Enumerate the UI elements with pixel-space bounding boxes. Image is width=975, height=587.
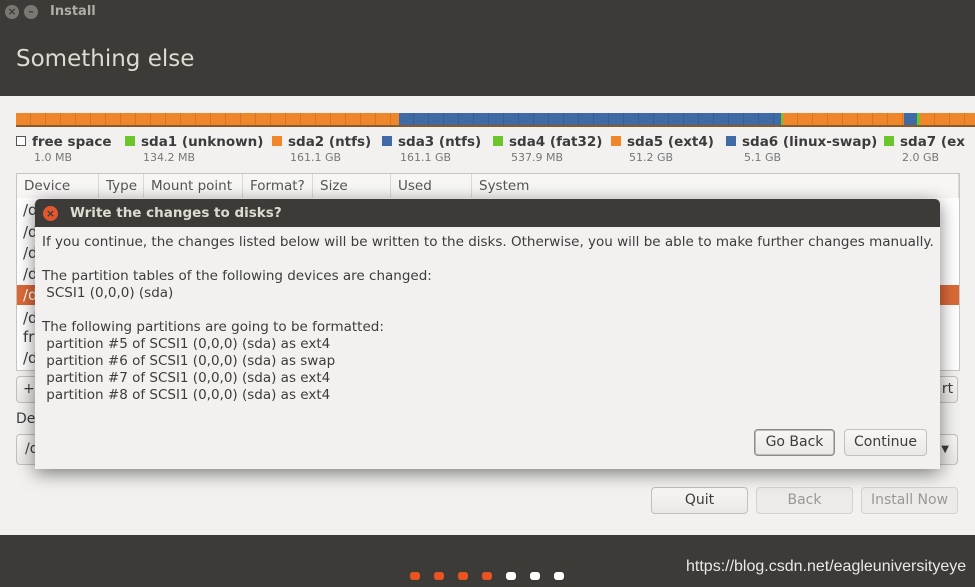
legend-label: sda2 (ntfs)	[288, 134, 372, 150]
legend-size: 2.0 GB	[902, 151, 940, 164]
format-item: partition #5 of SCSI1 (0,0,0) (sda) as e…	[42, 336, 331, 352]
dialog-title-bar: × Write the changes to disks?	[35, 199, 940, 227]
legend-label: sda1 (unknown)	[141, 134, 264, 150]
partition-segment	[398, 113, 782, 125]
partition-bar	[16, 113, 975, 127]
title-bar: × – Install	[0, 0, 975, 24]
color-swatch	[493, 136, 503, 146]
color-swatch	[16, 136, 26, 146]
page-header: Something else	[0, 24, 975, 96]
color-swatch	[125, 136, 135, 146]
progress-dot	[506, 572, 516, 580]
legend-item: sda2 (ntfs) 161.1 GB	[272, 134, 371, 164]
progress-dot	[458, 572, 468, 580]
legend-item: sda7 (ex 2.0 GB	[884, 134, 965, 164]
color-swatch	[611, 136, 621, 146]
page-title: Something else	[16, 46, 195, 72]
partition-segment	[16, 113, 399, 125]
progress-dot	[554, 572, 564, 580]
close-icon[interactable]: ×	[43, 206, 58, 221]
legend-item: sda4 (fat32) 537.9 MB	[493, 134, 602, 164]
format-item: partition #7 of SCSI1 (0,0,0) (sda) as e…	[42, 370, 331, 386]
progress-dot	[530, 572, 540, 580]
color-swatch	[884, 136, 894, 146]
format-item: partition #6 of SCSI1 (0,0,0) (sda) as s…	[42, 353, 336, 369]
legend-label: sda6 (linux-swap)	[742, 134, 878, 150]
legend-size: 537.9 MB	[511, 151, 564, 164]
progress-dot	[434, 572, 444, 580]
format-item: partition #8 of SCSI1 (0,0,0) (sda) as e…	[42, 387, 331, 403]
color-swatch	[726, 136, 736, 146]
progress-dot	[482, 572, 492, 580]
legend-size: 134.2 MB	[143, 151, 196, 164]
progress-dot	[410, 572, 420, 580]
go-back-button[interactable]: Go Back	[754, 429, 835, 456]
legend-size: 161.1 GB	[290, 151, 342, 164]
legend-item: sda5 (ext4) 51.2 GB	[611, 134, 714, 164]
legend-size: 161.1 GB	[400, 151, 452, 164]
watermark: https://blog.csdn.net/eagleuniversityeye	[686, 558, 967, 575]
column-header[interactable]: Format?	[243, 174, 313, 198]
color-swatch	[272, 136, 282, 146]
changed-device: SCSI1 (0,0,0) (sda)	[42, 285, 174, 301]
legend-item: sda3 (ntfs) 161.1 GB	[382, 134, 481, 164]
window-title: Install	[50, 4, 96, 19]
color-swatch	[382, 136, 392, 146]
tables-heading: The partition tables of the following de…	[42, 268, 432, 284]
legend-size: 51.2 GB	[629, 151, 674, 164]
boot-device-label: De	[16, 411, 36, 427]
quit-button[interactable]: Quit	[651, 487, 748, 514]
minimize-icon[interactable]: –	[24, 5, 38, 19]
column-header[interactable]: Type	[99, 174, 144, 198]
chevron-down-icon: ▼	[941, 444, 949, 455]
change-label: rt	[941, 381, 954, 397]
format-heading: The following partitions are going to be…	[42, 319, 384, 335]
install-now-button[interactable]: Install Now	[861, 487, 958, 514]
dialog-intro: If you continue, the changes listed belo…	[42, 234, 934, 250]
write-changes-dialog: × Write the changes to disks? If you con…	[35, 199, 940, 469]
legend-item: sda1 (unknown) 134.2 MB	[125, 134, 263, 164]
column-header[interactable]: Mount point	[144, 174, 243, 198]
partition-segment	[920, 113, 975, 125]
legend-label: sda7 (ex	[900, 134, 965, 150]
column-header[interactable]: Device	[17, 174, 99, 198]
column-header[interactable]: System	[472, 174, 959, 198]
legend-label: sda5 (ext4)	[627, 134, 714, 150]
legend-size: 5.1 GB	[744, 151, 782, 164]
legend-size: 1.0 MB	[34, 151, 73, 164]
column-header[interactable]: Used	[391, 174, 472, 198]
close-icon[interactable]: ×	[5, 5, 19, 19]
partition-segment	[783, 113, 905, 125]
partition-segment	[904, 113, 918, 125]
legend-item: free space 1.0 MB	[16, 134, 112, 164]
legend-label: sda3 (ntfs)	[398, 134, 482, 150]
legend-label: free space	[32, 134, 112, 150]
dialog-title: Write the changes to disks?	[70, 205, 282, 221]
legend-item: sda6 (linux-swap) 5.1 GB	[726, 134, 877, 164]
column-header[interactable]: Size	[313, 174, 391, 198]
continue-button[interactable]: Continue	[844, 429, 927, 456]
back-button[interactable]: Back	[756, 487, 853, 514]
legend-label: sda4 (fat32)	[509, 134, 603, 150]
